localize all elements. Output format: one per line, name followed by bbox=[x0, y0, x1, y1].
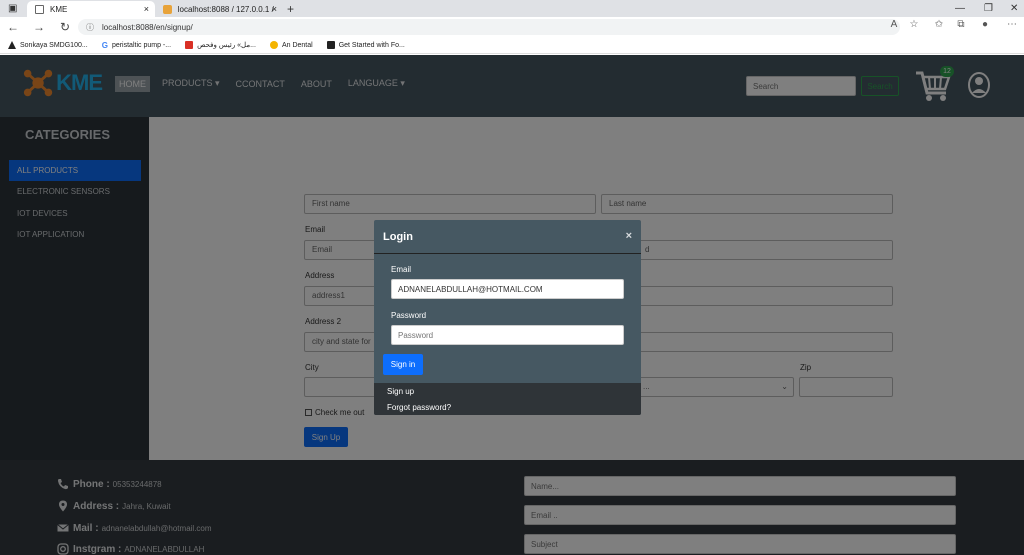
bookmark-label: An Dental bbox=[281, 41, 313, 49]
phpmyadmin-icon bbox=[163, 4, 172, 14]
more-icon[interactable]: ⋯ bbox=[1004, 19, 1020, 30]
forgot-password-link[interactable]: Forgot password? bbox=[387, 403, 451, 412]
modal-title: Login bbox=[383, 231, 413, 243]
minimize-icon[interactable]: — bbox=[955, 0, 965, 17]
tab-title: localhost:8088 / 127.0.0.1 / kme bbox=[177, 4, 275, 14]
site-icon bbox=[326, 41, 335, 49]
modal-header: Login × bbox=[374, 220, 641, 254]
sign-in-button[interactable]: Sign in bbox=[383, 354, 423, 375]
tab-kme[interactable]: KME × bbox=[27, 1, 155, 17]
favorite-add-icon[interactable]: ☆ bbox=[906, 19, 922, 30]
page-icon bbox=[35, 4, 44, 14]
close-window-icon[interactable]: ✕ bbox=[1010, 0, 1018, 17]
new-tab-icon[interactable]: + bbox=[287, 0, 294, 17]
login-password-input[interactable] bbox=[391, 325, 624, 345]
back-icon[interactable]: ← bbox=[0, 20, 26, 34]
google-icon: G bbox=[101, 41, 108, 50]
login-password-label: Password bbox=[391, 311, 427, 320]
collections-icon[interactable]: ⧉ bbox=[953, 19, 969, 30]
login-email-input[interactable] bbox=[391, 279, 624, 299]
sign-up-link[interactable]: Sign up bbox=[387, 387, 414, 396]
info-icon: ⓘ bbox=[86, 22, 94, 32]
close-icon[interactable]: × bbox=[626, 230, 632, 242]
bookmark-item[interactable]: Get Started with Fo... bbox=[326, 41, 405, 49]
forward-icon[interactable]: → bbox=[26, 20, 52, 34]
bookmark-label: Get Started with Fo... bbox=[338, 41, 405, 49]
tab-phpmyadmin[interactable]: localhost:8088 / 127.0.0.1 / kme × bbox=[155, 1, 283, 17]
bookmarks-bar: Sonkaya SMDG100... G peristaltic pump -.… bbox=[0, 37, 1024, 54]
modal-footer: Sign up Forgot password? bbox=[374, 383, 641, 415]
tab-actions-icon[interactable]: ▣ bbox=[8, 0, 17, 17]
favorites-icon[interactable]: ✩ bbox=[931, 19, 947, 30]
close-tab-icon[interactable]: × bbox=[144, 4, 149, 14]
bookmark-item[interactable]: G peristaltic pump -... bbox=[101, 41, 172, 50]
maximize-icon[interactable]: ❐ bbox=[984, 0, 993, 17]
bookmark-label: Sonkaya SMDG100... bbox=[20, 41, 88, 49]
tab-title: KME bbox=[50, 4, 68, 14]
login-email-label: Email bbox=[391, 265, 412, 274]
mail-icon bbox=[185, 41, 194, 49]
bookmark-triangle-icon bbox=[8, 41, 16, 49]
bookmark-label: peristaltic pump -... bbox=[111, 41, 172, 49]
dental-icon bbox=[269, 41, 278, 49]
refresh-icon[interactable]: ↻ bbox=[52, 20, 78, 34]
close-tab-icon[interactable]: × bbox=[272, 4, 277, 14]
url-text: localhost:8088/en/signup/ bbox=[102, 22, 193, 32]
url-field[interactable]: ⓘ localhost:8088/en/signup/ bbox=[78, 19, 900, 35]
profile-icon[interactable]: ● bbox=[977, 19, 993, 30]
bookmark-item[interactable]: An Dental bbox=[269, 41, 313, 49]
bookmark-label: مل» رئيس وفحص... bbox=[197, 42, 256, 49]
bookmark-item[interactable]: مل» رئيس وفحص... bbox=[185, 41, 256, 49]
bookmark-item[interactable]: Sonkaya SMDG100... bbox=[8, 41, 88, 49]
read-aloud-icon[interactable]: A bbox=[886, 19, 902, 30]
login-modal: Login × Email Password Sign in Sign up F… bbox=[374, 220, 641, 415]
address-bar-row: ← → ↻ ⓘ localhost:8088/en/signup/ A ☆ ✩ … bbox=[0, 17, 1024, 37]
browser-tab-bar: ▣ KME × localhost:8088 / 127.0.0.1 / kme… bbox=[0, 0, 1024, 17]
